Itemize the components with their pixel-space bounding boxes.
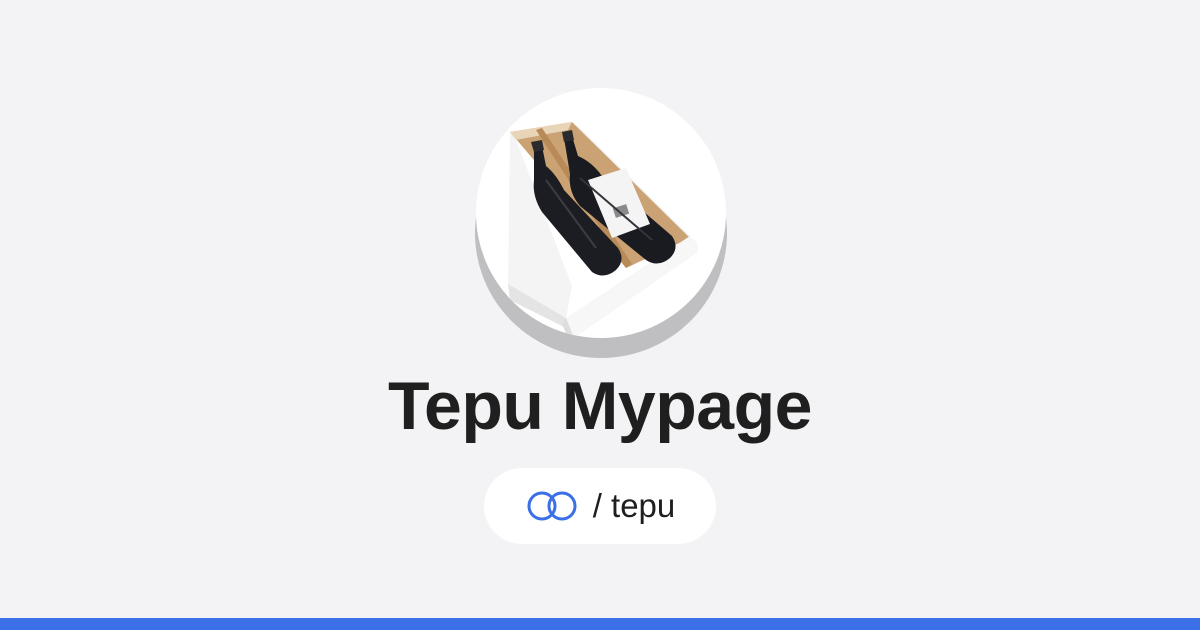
handle-pill[interactable]: / tepu [484,468,716,544]
accent-bar [0,618,1200,630]
page-title: Tepu Mypage [388,368,812,444]
avatar[interactable] [476,88,726,338]
linked-rings-icon [525,489,581,523]
avatar-image [508,120,698,338]
avatar-container [475,88,727,358]
handle-text: / tepu [592,487,676,524]
